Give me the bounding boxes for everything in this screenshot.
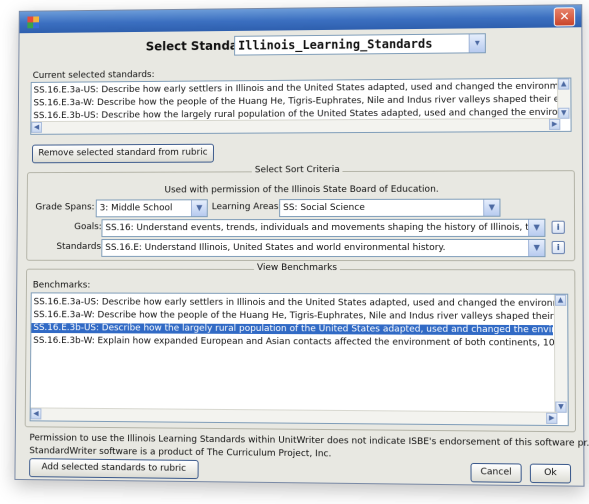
list-item[interactable]: SS.16.E.3a-US: Describe how early settle… <box>34 297 569 309</box>
standards-value: SS.16.E: Understand Illinois, United Sta… <box>105 242 446 254</box>
learning-areas-value: SS: Social Science <box>283 202 365 214</box>
list-item-selected[interactable]: SS.16.E.3b-US: Describe how the largely … <box>31 323 566 335</box>
goals-select[interactable]: SS.16: Understand events, trends, indivi… <box>101 218 546 238</box>
chevron-down-icon[interactable]: ▼ <box>468 34 485 53</box>
list-item[interactable]: SS.16.E.3b-W: Explain how expanded Europ… <box>33 336 564 349</box>
chevron-down-icon[interactable]: ▼ <box>190 200 207 217</box>
current-standards-list[interactable]: SS.16.E.3a-US: Describe how early settle… <box>30 77 572 135</box>
close-icon[interactable]: ✕ <box>553 7 576 27</box>
standards-label: Standards: <box>56 242 105 252</box>
standards-set-value: Illinois_Learning_Standards <box>238 36 433 53</box>
standards-info-icon[interactable]: i <box>551 240 565 255</box>
chevron-down-icon[interactable]: ▼ <box>528 239 545 257</box>
scroll-right-icon[interactable]: ▶ <box>546 412 558 424</box>
chevron-down-icon[interactable]: ▼ <box>483 199 500 216</box>
learning-areas-label: Learning Areas: <box>211 202 282 213</box>
current-standards-label: Current selected standards: <box>32 70 155 81</box>
standards-select[interactable]: SS.16.E: Understand Illinois, United Sta… <box>101 238 546 258</box>
remove-standard-button[interactable]: Remove selected standard from rubric <box>31 143 214 164</box>
benchmarks-title: View Benchmarks <box>254 262 341 274</box>
scroll-left-icon[interactable]: ◀ <box>30 408 42 420</box>
add-standards-button[interactable]: Add selected standards to rubric <box>29 458 199 480</box>
credit-text: StandardWriter software is a product of … <box>29 446 332 460</box>
grade-spans-select[interactable]: 3: Middle School ▼ <box>95 199 208 218</box>
ok-button[interactable]: Ok <box>529 463 572 484</box>
learning-areas-select[interactable]: SS: Social Science ▼ <box>279 198 501 218</box>
goals-value: SS.16: Understand events, trends, indivi… <box>105 222 546 234</box>
goals-info-icon[interactable]: i <box>551 220 565 234</box>
permission-note: Used with permission of the Illinois Sta… <box>164 184 439 196</box>
vertical-scrollbar[interactable]: ▲ ▼ <box>557 78 571 119</box>
horizontal-scrollbar[interactable]: ◀ ▶ <box>31 117 561 134</box>
title-bar[interactable]: ✕ <box>19 5 582 34</box>
grade-spans-label: Grade Spans: <box>35 202 95 213</box>
list-item[interactable]: SS.16.E.3a-W: Describe how the people of… <box>33 95 571 109</box>
scroll-up-icon[interactable]: ▲ <box>554 294 567 306</box>
sort-criteria-title: Select Sort Criteria <box>251 165 343 176</box>
chevron-down-icon[interactable]: ▼ <box>528 219 545 236</box>
goals-label: Goals: <box>74 222 102 233</box>
vertical-scrollbar[interactable]: ▲ ▼ <box>553 294 568 413</box>
list-item[interactable]: SS.16.E.3a-W: Describe how the people of… <box>33 310 568 322</box>
app-icon <box>27 16 40 29</box>
benchmarks-list[interactable]: SS.16.E.3a-US: Describe how early settle… <box>29 292 569 427</box>
list-item[interactable]: SS.16.E.3a-US: Describe how early settle… <box>34 81 572 95</box>
grade-spans-value: 3: Middle School <box>99 203 173 214</box>
scroll-up-icon[interactable]: ▲ <box>558 78 570 90</box>
scroll-left-icon[interactable]: ◀ <box>31 122 42 133</box>
scroll-right-icon[interactable]: ▶ <box>549 118 561 130</box>
select-standards-dialog: ✕ Select Standards Illinois_Learning_Sta… <box>14 4 589 487</box>
standards-set-select[interactable]: Illinois_Learning_Standards ▼ <box>234 33 486 56</box>
cancel-button[interactable]: Cancel <box>470 462 522 483</box>
benchmarks-label: Benchmarks: <box>32 280 91 291</box>
